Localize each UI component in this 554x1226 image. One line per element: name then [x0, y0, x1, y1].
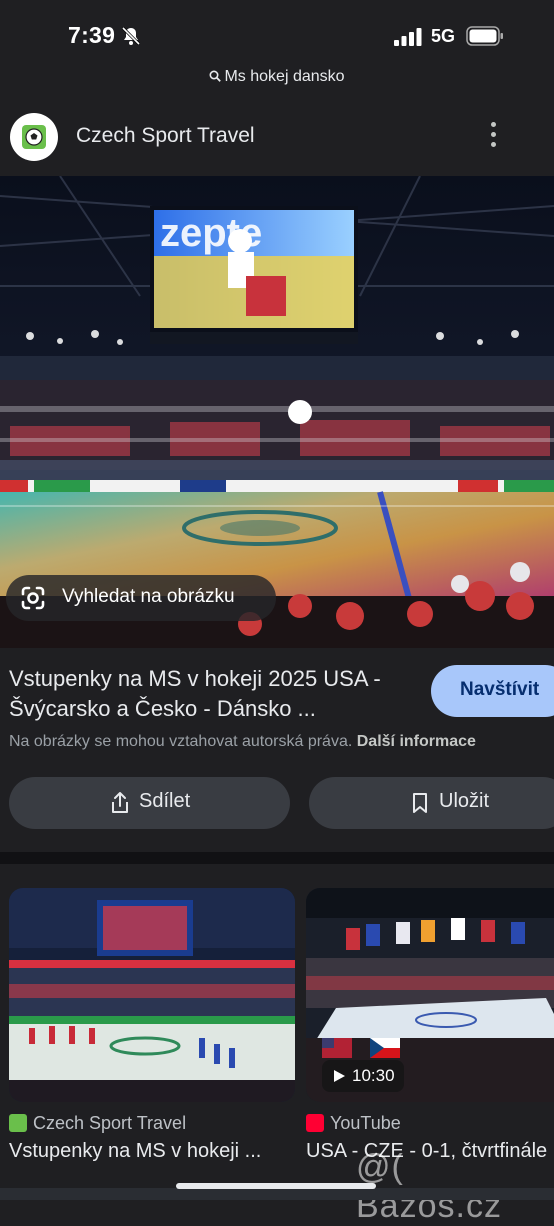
play-icon — [334, 1070, 345, 1082]
more-options-icon[interactable] — [488, 122, 498, 150]
home-indicator[interactable] — [176, 1183, 376, 1189]
result-title[interactable]: Vstupenky na MS v hokeji 2025 USA - Švýc… — [9, 664, 419, 724]
related-video-card[interactable]: 10:30 — [306, 888, 554, 1102]
status-bar: 7:39 5G — [0, 0, 554, 64]
visit-button-label: Navštívit — [460, 679, 540, 700]
status-time: 7:39 — [68, 22, 116, 48]
more-info-link[interactable]: Další informace — [357, 733, 476, 750]
save-label: Uložit — [439, 790, 490, 812]
search-icon — [209, 70, 222, 82]
related-arena-image — [9, 888, 295, 1102]
save-button[interactable]: Uložit — [309, 777, 554, 829]
visit-button[interactable]: Navštívit — [431, 665, 554, 717]
source-favicon[interactable] — [10, 113, 58, 161]
share-button[interactable]: Sdílet — [9, 777, 290, 829]
soccer-ball-icon — [22, 125, 46, 149]
related-source-2[interactable]: YouTube — [306, 1113, 401, 1134]
copyright-notice: Na obrázky se mohou vztahovat autorská p… — [9, 733, 476, 751]
cellular-signal-icon — [394, 28, 422, 46]
search-image-label: Vyhledat na obrázku — [62, 586, 235, 607]
copyright-text: Na obrázky se mohou vztahovat autorská p… — [9, 733, 353, 750]
search-image-button[interactable]: Vyhledat na obrázku — [6, 575, 276, 621]
bell-muted-icon — [121, 26, 141, 46]
youtube-icon — [306, 1114, 324, 1132]
lens-camera-icon — [21, 586, 45, 610]
battery-icon — [466, 26, 503, 46]
next-row-peek — [0, 1188, 554, 1200]
share-label: Sdílet — [139, 790, 191, 812]
soccer-ball-icon — [9, 1114, 27, 1132]
bookmark-icon — [413, 793, 427, 813]
related-source-name-2: YouTube — [330, 1113, 401, 1133]
source-name[interactable]: Czech Sport Travel — [76, 124, 255, 148]
search-query-text: Ms hokej dansko — [224, 68, 345, 85]
share-icon — [112, 792, 128, 813]
related-title-1[interactable]: Vstupenky na MS v hokeji ... — [9, 1140, 285, 1163]
related-source-name-1: Czech Sport Travel — [33, 1113, 187, 1133]
source-header: Czech Sport Travel — [0, 110, 554, 162]
section-divider — [0, 852, 554, 864]
video-duration-badge: 10:30 — [322, 1060, 404, 1092]
watermark: @( Bazos.cz — [356, 1148, 502, 1225]
video-duration: 10:30 — [352, 1066, 395, 1085]
network-type: 5G — [431, 26, 456, 46]
related-image-card[interactable] — [9, 888, 295, 1102]
related-source-1[interactable]: Czech Sport Travel — [9, 1113, 186, 1134]
search-query-bar[interactable]: Ms hokej dansko — [0, 68, 554, 86]
